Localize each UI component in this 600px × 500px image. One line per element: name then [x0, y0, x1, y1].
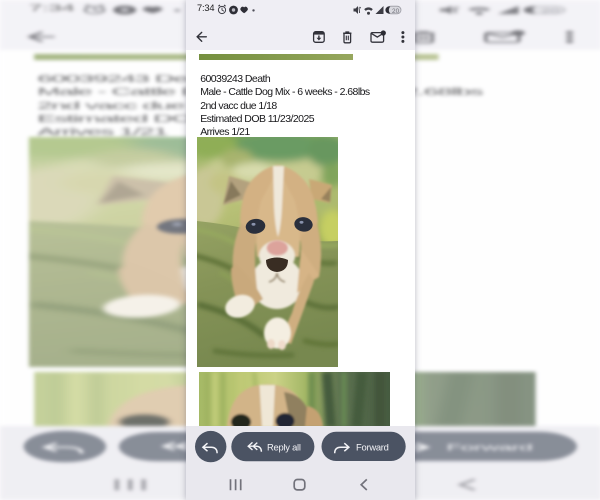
svg-text:20: 20 [392, 7, 400, 14]
svg-text:Forward: Forward [356, 442, 389, 453]
svg-text:Reply all: Reply all [267, 442, 301, 453]
svg-text:20: 20 [541, 6, 560, 14]
svg-text:Forward: Forward [446, 442, 532, 453]
